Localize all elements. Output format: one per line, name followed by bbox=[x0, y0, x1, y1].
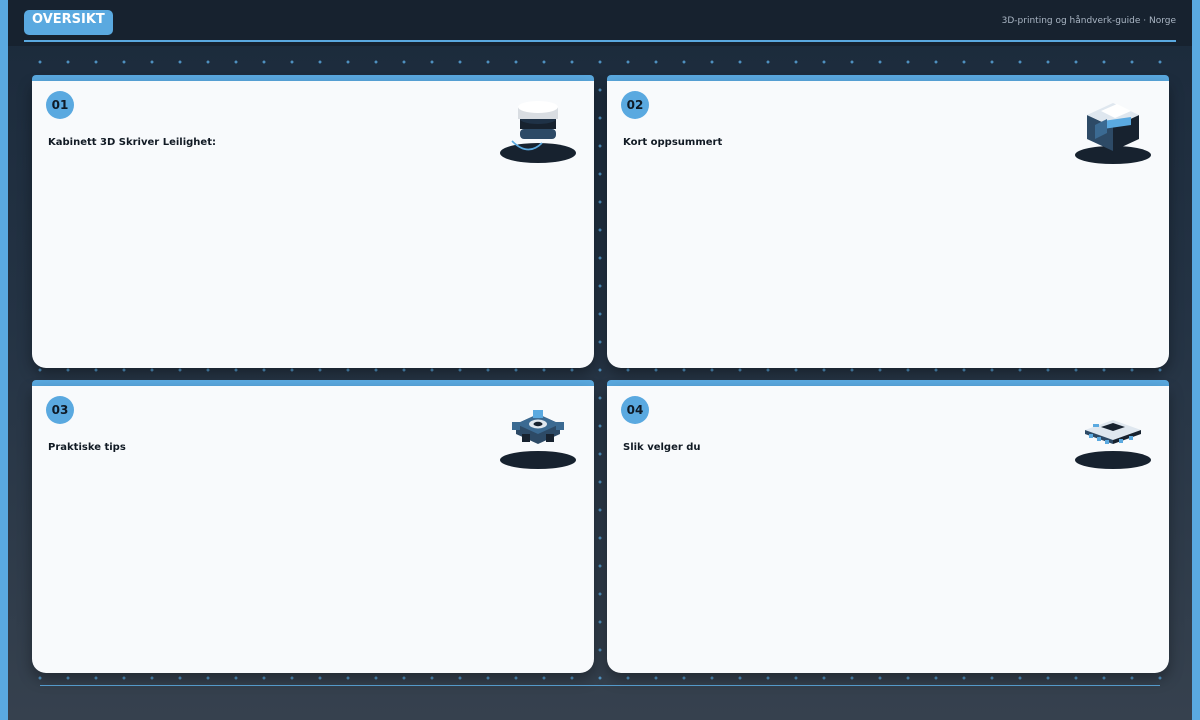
card-title: Kabinett 3D Skriver Leilighet: bbox=[48, 137, 216, 148]
circuit-board-icon bbox=[1075, 420, 1151, 469]
spool-icon bbox=[500, 101, 576, 163]
header-subtitle: 3D-printing og håndverk-guide · Norge bbox=[1001, 16, 1176, 26]
gear-icon bbox=[500, 410, 576, 469]
card-number-badge: 03 bbox=[46, 396, 74, 424]
left-accent-bar bbox=[0, 0, 8, 720]
card-title: Kort oppsummert bbox=[623, 137, 723, 148]
card-title: Slik velger du bbox=[623, 442, 701, 453]
card-4[interactable]: 04 Slik velger du bbox=[607, 380, 1169, 673]
footer-divider bbox=[40, 685, 1160, 686]
card-number-badge: 01 bbox=[46, 91, 74, 119]
card-number-badge: 02 bbox=[621, 91, 649, 119]
card-number-badge: 04 bbox=[621, 396, 649, 424]
card-3[interactable]: 03 Praktiske tips bbox=[32, 380, 594, 673]
card-2[interactable]: 02 Kort oppsummert bbox=[607, 75, 1169, 368]
card-body: 01 Kabinett 3D Skriver Leilighet: bbox=[32, 81, 594, 368]
header-divider bbox=[24, 40, 1176, 42]
right-accent-bar bbox=[1192, 0, 1200, 720]
cube-block-icon bbox=[1075, 103, 1151, 164]
page-title: OVERSIKT bbox=[24, 10, 113, 35]
card-body: 04 Slik velger du bbox=[607, 386, 1169, 673]
card-title: Praktiske tips bbox=[48, 442, 126, 453]
card-1[interactable]: 01 Kabinett 3D Skriver Leilighet: bbox=[32, 75, 594, 368]
card-body: 03 Praktiske tips bbox=[32, 386, 594, 673]
card-body: 02 Kort oppsummert bbox=[607, 81, 1169, 368]
